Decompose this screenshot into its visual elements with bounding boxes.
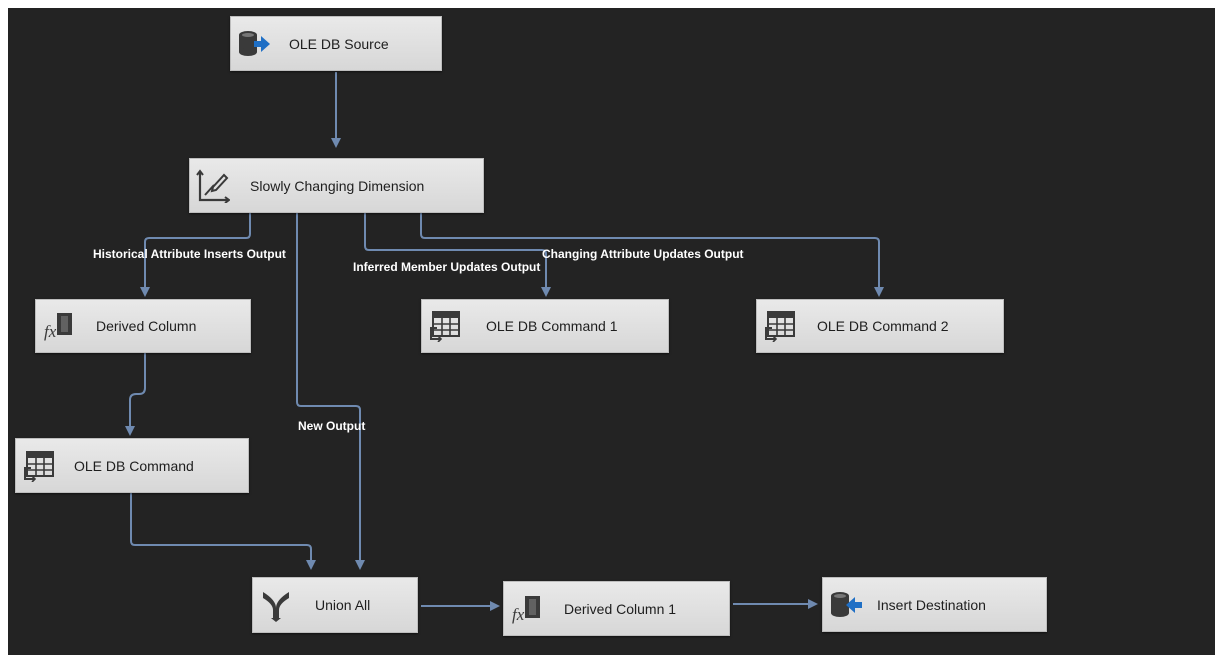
derived-column-icon: fx xyxy=(42,309,76,343)
svg-text:fx: fx xyxy=(512,605,525,624)
node-label: Derived Column xyxy=(96,318,197,334)
path-label-new-output[interactable]: New Output xyxy=(298,419,365,433)
node-label: OLE DB Command 2 xyxy=(817,318,949,334)
derived-column-1-node[interactable]: fx Derived Column 1 xyxy=(503,581,730,636)
slowly-changing-dimension-node[interactable]: Slowly Changing Dimension xyxy=(189,158,484,213)
ole-db-command-icon xyxy=(22,449,56,483)
derived-column-node[interactable]: fx Derived Column xyxy=(35,299,251,353)
ole-db-command-2-node[interactable]: OLE DB Command 2 xyxy=(756,299,1004,353)
path-label-historical[interactable]: Historical Attribute Inserts Output xyxy=(93,247,286,261)
node-label: OLE DB Source xyxy=(289,35,389,52)
svg-text:fx: fx xyxy=(44,322,57,341)
node-label: Insert Destination xyxy=(877,596,986,613)
path-inferred-member-updates[interactable] xyxy=(364,213,551,297)
insert-destination-node[interactable]: Insert Destination xyxy=(822,577,1047,632)
union-all-node[interactable]: Union All xyxy=(252,577,418,633)
ole-db-source-icon xyxy=(237,27,271,61)
path-command-to-union[interactable] xyxy=(130,493,316,570)
node-label: Slowly Changing Dimension xyxy=(250,177,425,194)
node-label: OLE DB Command 1 xyxy=(486,318,618,334)
node-label: Union All xyxy=(315,597,371,613)
ole-db-destination-icon xyxy=(829,588,863,622)
ole-db-command-icon xyxy=(763,309,797,343)
ole-db-source-node[interactable]: OLE DB Source xyxy=(230,16,442,71)
path-label-changing[interactable]: Changing Attribute Updates Output xyxy=(542,247,744,261)
data-flow-canvas[interactable]: Historical Attribute Inserts Output Infe… xyxy=(8,8,1215,655)
ole-db-command-1-node[interactable]: OLE DB Command 1 xyxy=(421,299,669,353)
node-label: Derived Column 1 xyxy=(564,600,677,617)
union-all-icon xyxy=(259,588,293,622)
node-label: OLE DB Command xyxy=(74,457,194,474)
path-new-output[interactable] xyxy=(296,213,365,570)
ole-db-command-node[interactable]: OLE DB Command xyxy=(15,438,249,493)
path-derived-to-command[interactable] xyxy=(125,352,146,436)
ole-db-command-icon xyxy=(428,309,462,343)
slowly-changing-dimension-icon xyxy=(196,168,230,203)
path-label-inferred[interactable]: Inferred Member Updates Output xyxy=(353,260,540,274)
derived-column-icon: fx xyxy=(510,592,544,626)
